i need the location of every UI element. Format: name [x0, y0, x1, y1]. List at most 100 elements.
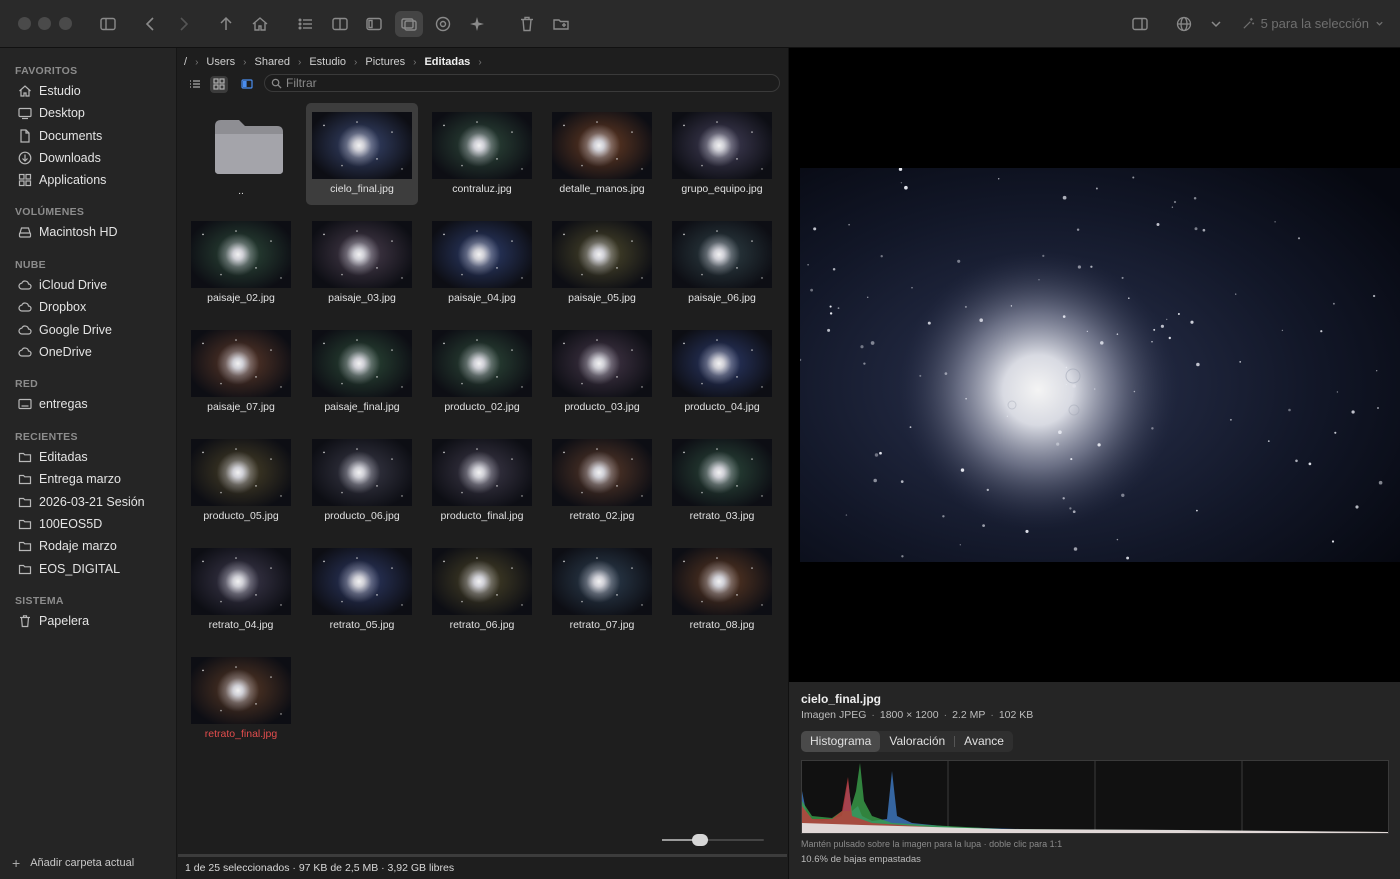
file-item[interactable]: retrato_08.jpg [666, 539, 778, 641]
breadcrumb-item[interactable]: Users [206, 56, 235, 68]
add-current-folder-button[interactable]: + Añadir carpeta actual [12, 855, 134, 871]
panel-view-icon[interactable] [362, 12, 386, 36]
sidebar-item-label: Editadas [39, 450, 88, 464]
sidebar-item-onedrive[interactable]: OneDrive [18, 342, 92, 362]
preview-image[interactable] [800, 168, 1400, 562]
chevron-down-icon[interactable] [1204, 12, 1228, 36]
sidebar-item-label: iCloud Drive [39, 278, 108, 292]
preview-pane-icon[interactable] [238, 76, 256, 93]
list-view-icon[interactable] [294, 12, 318, 36]
tab-rating[interactable]: Valoración [880, 731, 954, 752]
file-item[interactable]: cielo_final.jpg [306, 103, 418, 205]
zoom-window-button[interactable] [59, 17, 72, 30]
inspector-toggle-icon[interactable] [1128, 12, 1152, 36]
file-item[interactable]: producto_02.jpg [426, 321, 538, 423]
sidebar-item-entrega-marzo[interactable]: Entrega marzo [18, 469, 121, 489]
thumbnail-image [191, 657, 291, 724]
sidebar-item-editadas[interactable]: Editadas [18, 447, 88, 467]
breadcrumb-item[interactable]: Pictures [365, 56, 405, 68]
sidebar-item-2026-03-21-sesi-n[interactable]: 2026-03-21 Sesión [18, 492, 145, 512]
sidebar-item-documents[interactable]: Documents [18, 126, 102, 146]
sidebar-item-papelera[interactable]: Papelera [18, 611, 89, 631]
sidebar-item-label: Estudio [39, 84, 81, 98]
sidebar-item-downloads[interactable]: Downloads [18, 148, 101, 168]
sidebar-item-google-drive[interactable]: Google Drive [18, 320, 112, 340]
sidebar-item-100eos5d[interactable]: 100EOS5D [18, 514, 102, 534]
at-sign-icon[interactable] [431, 12, 455, 36]
sidebar-item-estudio[interactable]: Estudio [18, 81, 81, 101]
file-item[interactable]: producto_03.jpg [546, 321, 658, 423]
file-item[interactable]: paisaje_02.jpg [185, 212, 297, 314]
thumbnail-size-slider[interactable] [658, 834, 768, 846]
status-text: 1 de 25 seleccionados · 97 KB de 2,5 MB … [185, 862, 455, 874]
breadcrumb-item[interactable]: Shared [254, 56, 289, 68]
trash-icon[interactable] [515, 12, 539, 36]
file-item[interactable]: retrato_06.jpg [426, 539, 538, 641]
minimize-window-button[interactable] [38, 17, 51, 30]
file-item[interactable]: retrato_final.jpg [185, 648, 297, 750]
sidebar-item-macintosh-hd[interactable]: Macintosh HD [18, 222, 118, 242]
sidebar-item-entregas[interactable]: entregas [18, 394, 88, 414]
breadcrumb-item[interactable]: / [184, 56, 187, 68]
folder-icon [18, 450, 32, 464]
thumbnail-image [552, 221, 652, 288]
sidebar-item-applications[interactable]: Applications [18, 170, 106, 190]
sparkle-icon[interactable] [465, 12, 489, 36]
new-folder-icon[interactable] [549, 12, 573, 36]
file-item[interactable]: paisaje_07.jpg [185, 321, 297, 423]
file-item[interactable]: grupo_equipo.jpg [666, 103, 778, 205]
back-icon[interactable] [139, 12, 163, 36]
file-item[interactable]: producto_final.jpg [426, 430, 538, 532]
document-icon [18, 128, 32, 143]
file-item[interactable]: paisaje_final.jpg [306, 321, 418, 423]
file-item[interactable]: retrato_05.jpg [306, 539, 418, 641]
file-item[interactable]: paisaje_03.jpg [306, 212, 418, 314]
grid-mode-icon[interactable] [210, 75, 228, 93]
sidebar-item-dropbox[interactable]: Dropbox [18, 297, 86, 317]
file-item[interactable]: paisaje_06.jpg [666, 212, 778, 314]
file-item[interactable]: retrato_02.jpg [546, 430, 658, 532]
thumbnail-image [672, 221, 772, 288]
info-tabs: Histograma Valoración Avance [801, 731, 1013, 752]
thumbnail-image [191, 548, 291, 615]
file-item[interactable]: producto_04.jpg [666, 321, 778, 423]
split-view-icon[interactable] [328, 12, 352, 36]
home-icon[interactable] [248, 12, 272, 36]
file-item[interactable]: retrato_03.jpg [666, 430, 778, 532]
list-mode-icon[interactable] [186, 76, 204, 93]
file-item[interactable]: retrato_07.jpg [546, 539, 658, 641]
file-item[interactable]: retrato_04.jpg [185, 539, 297, 641]
parent-folder-icon[interactable] [214, 12, 238, 36]
sidebar-item-rodaje-marzo[interactable]: Rodaje marzo [18, 536, 117, 556]
file-item[interactable]: paisaje_05.jpg [546, 212, 658, 314]
tab-histogram[interactable]: Histograma [801, 731, 881, 752]
file-name: producto_final.jpg [440, 510, 524, 522]
forward-icon[interactable] [171, 12, 195, 36]
filter-input[interactable] [286, 76, 766, 90]
parent-folder-item[interactable]: .. [185, 103, 297, 205]
close-window-button[interactable] [18, 17, 31, 30]
sidebar-item-desktop[interactable]: Desktop [18, 103, 85, 123]
cloud-icon [18, 345, 32, 359]
breadcrumb-item[interactable]: Editadas [424, 56, 470, 68]
breadcrumb-item[interactable]: Estudio [309, 56, 346, 68]
tab-advance[interactable]: Avance [955, 731, 1013, 752]
thumbnail-image [312, 439, 412, 506]
thumbnail-image [432, 112, 532, 179]
selection-actions-menu[interactable]: 5 para la selección [1242, 16, 1384, 31]
sidebar-item-eos-digital[interactable]: EOS_DIGITAL [18, 559, 120, 579]
sidebar-item-icloud-drive[interactable]: iCloud Drive [18, 275, 107, 295]
file-item[interactable]: detalle_manos.jpg [546, 103, 658, 205]
file-item[interactable]: producto_06.jpg [306, 430, 418, 532]
shadow-clipping-note: 10.6% de bajas empastadas [801, 854, 921, 865]
search-icon [271, 78, 282, 89]
slider-knob[interactable] [692, 834, 709, 846]
globe-icon[interactable] [1172, 12, 1196, 36]
trash-icon [18, 614, 32, 628]
gallery-view-icon[interactable] [395, 11, 423, 37]
file-item[interactable]: producto_05.jpg [185, 430, 297, 532]
file-name: producto_05.jpg [203, 510, 279, 522]
file-item[interactable]: contraluz.jpg [426, 103, 538, 205]
file-item[interactable]: paisaje_04.jpg [426, 212, 538, 314]
sidebar-toggle-icon[interactable] [96, 12, 120, 36]
